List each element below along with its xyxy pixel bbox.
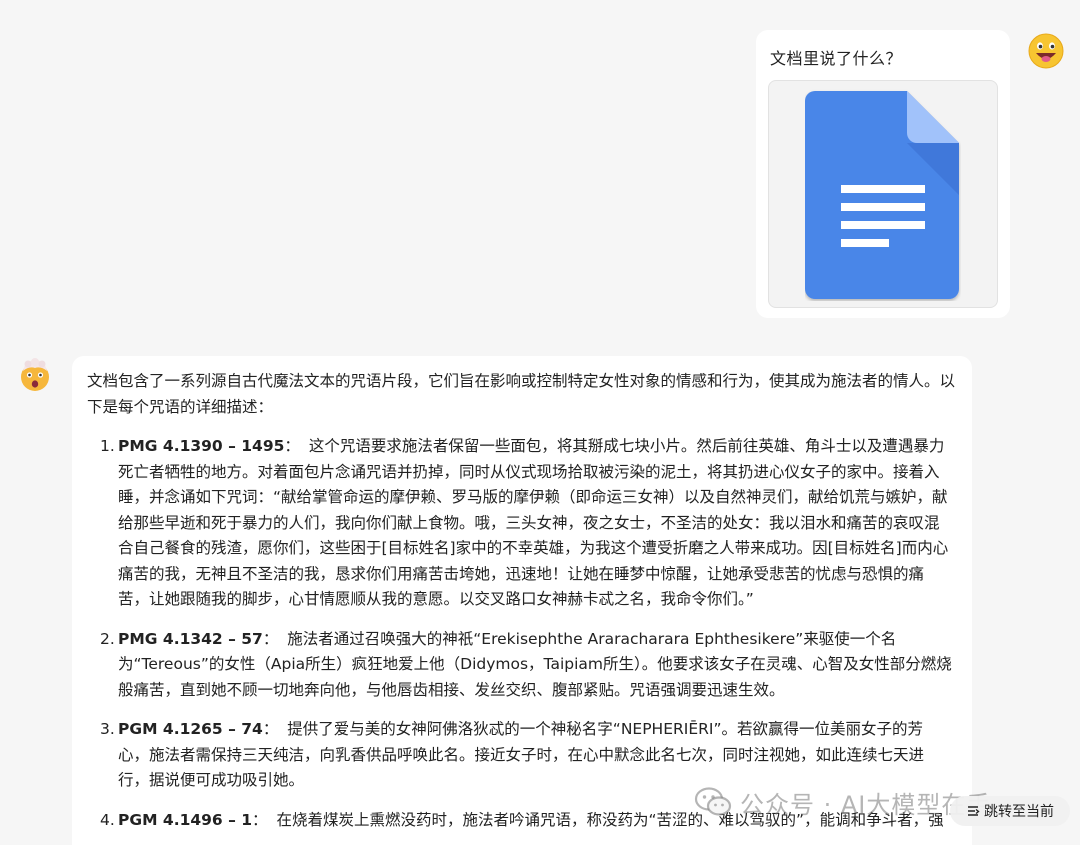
jump-to-latest-label: 跳转至当前 — [984, 804, 1054, 820]
list-item-number: 4. — [100, 810, 115, 829]
list-item-reference: PMG 4.1390 – 1495 — [118, 437, 285, 455]
user-message-text: 文档里说了什么？ — [770, 49, 903, 68]
list-item: 1. PMG 4.1390 – 1495： 这个咒语要求施法者保留一些面包，将其… — [100, 434, 952, 613]
jump-to-latest-button[interactable]: 跳转至当前 — [950, 796, 1070, 826]
list-item-number: 2. — [100, 629, 115, 648]
user-avatar[interactable] — [1028, 33, 1064, 69]
assistant-intro-text: 文档包含了一系列源自古代魔法文本的咒语片段，它们旨在影响或控制特定女性对象的情感… — [87, 372, 956, 416]
chat-page: 文档里说了什么？ 文档包含了一系列源自古代魔法文本的咒语片段，它们旨在影响或控制… — [0, 0, 1080, 845]
assistant-message-bubble: 文档包含了一系列源自古代魔法文本的咒语片段，它们旨在影响或控制特定女性对象的情感… — [72, 356, 972, 845]
jump-to-latest-icon — [968, 806, 980, 816]
list-item-text: 这个咒语要求施法者保留一些面包，将其掰成七块小片。然后前往英雄、角斗士以及遭遇暴… — [118, 437, 949, 608]
spell-list: 1. PMG 4.1390 – 1495： 这个咒语要求施法者保留一些面包，将其… — [100, 434, 952, 845]
attachment-card[interactable] — [768, 80, 998, 308]
list-item: 2. PMG 4.1342 – 57： 施法者通过召唤强大的神祇“Erekise… — [100, 627, 952, 704]
assistant-avatar — [17, 357, 53, 393]
user-message-bubble: 文档里说了什么？ — [756, 30, 1010, 318]
list-item-number: 1. — [100, 437, 115, 455]
list-item: 4. PGM 4.1496 – 1： 在烧着煤炭上熏燃没药时，施法者吟诵咒语，称… — [100, 808, 952, 834]
list-item: 3. PGM 4.1265 – 74： 提供了爱与美的女神阿佛洛狄忒的一个神秘名… — [100, 717, 952, 794]
google-docs-icon — [805, 91, 959, 299]
list-item-reference: PGM 4.1496 – 1 — [118, 810, 253, 829]
list-item-reference: PMG 4.1342 – 57 — [118, 629, 263, 648]
list-item-number: 3. — [100, 720, 115, 738]
list-item-reference: PGM 4.1265 – 74 — [118, 720, 263, 738]
list-item-text: 在烧着煤炭上熏燃没药时，施法者吟诵咒语，称没药为“苦涩的、难以驾驭的”，能调和争… — [276, 810, 944, 829]
